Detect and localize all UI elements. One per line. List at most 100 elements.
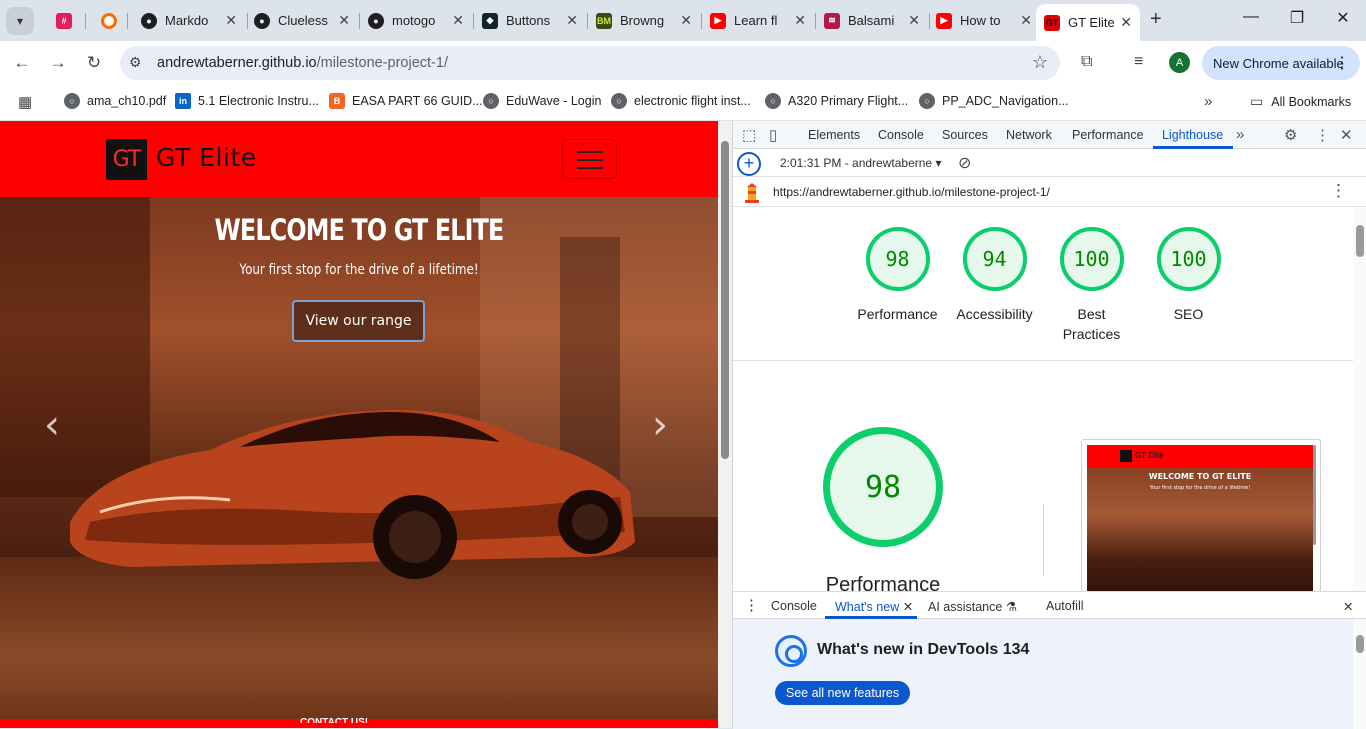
tab-motogo[interactable]: ● motogo ✕ — [360, 6, 472, 35]
close-window-button[interactable]: ✕ — [1333, 8, 1353, 28]
device-toolbar-icon[interactable]: ▯ — [769, 126, 777, 144]
all-bookmarks-button[interactable]: ▭ All Bookmarks — [1250, 93, 1351, 110]
close-icon[interactable]: ✕ — [225, 12, 237, 29]
drawer-tab-label: AI assistance — [928, 600, 1003, 614]
lighthouse-url-bar: https://andrewtaberner.github.io/milesto… — [733, 177, 1366, 207]
clear-icon[interactable]: ⊘ — [958, 153, 971, 173]
site-logo-text[interactable]: GT Elite — [156, 143, 257, 172]
tab-performance[interactable]: Performance — [1072, 128, 1144, 142]
plus-icon: + — [1150, 8, 1162, 30]
close-icon[interactable]: ✕ — [1120, 14, 1132, 31]
reload-button[interactable]: ↻ — [83, 53, 105, 73]
score-gauge-performance[interactable]: 98 Performance — [849, 227, 946, 324]
lighthouse-icon — [745, 183, 759, 203]
avatar[interactable]: A — [1169, 52, 1190, 73]
restore-button[interactable]: ❐ — [1287, 8, 1307, 28]
bookmark-label: EASA PART 66 GUID... — [352, 94, 483, 108]
forward-button[interactable]: → — [47, 53, 69, 73]
report-scrollbar[interactable] — [1353, 207, 1366, 591]
close-icon[interactable]: ✕ — [903, 600, 913, 614]
bookmark-item[interactable]: ○ PP_ADC_Navigation... — [919, 93, 1068, 109]
media-controls-icon[interactable]: ≡ — [1134, 53, 1143, 71]
tab-sources[interactable]: Sources — [942, 128, 988, 142]
close-icon[interactable]: ✕ — [908, 12, 920, 29]
close-icon[interactable]: ✕ — [338, 12, 350, 29]
report-selector[interactable]: 2:01:31 PM - andrewtaberne ▾ — [780, 156, 941, 170]
tab-network[interactable]: Network — [1006, 128, 1052, 142]
new-report-button[interactable]: + — [737, 152, 761, 176]
apps-button[interactable]: ▦ — [18, 93, 32, 111]
tab-howto[interactable]: ▶ How to ✕ — [928, 6, 1040, 35]
page-screenshot-thumbnail[interactable]: GT Elite WELCOME TO GT ELITE Your first … — [1081, 439, 1321, 591]
tab-lighthouse[interactable]: Lighthouse — [1162, 128, 1223, 142]
site-logo-mark[interactable]: GT — [106, 139, 147, 180]
drawer-tab-ai-assistance[interactable]: AI assistance ⚗ — [928, 599, 1017, 614]
bookmark-star-icon[interactable]: ☆ — [1032, 52, 1048, 73]
bookmark-item[interactable]: in 5.1 Electronic Instru... — [175, 93, 319, 109]
site-scrollbar[interactable] — [718, 121, 732, 728]
bm-icon: BM — [596, 12, 612, 29]
close-icon[interactable]: ✕ — [794, 12, 806, 29]
scrollbar-thumb[interactable] — [721, 141, 729, 459]
extensions-icon[interactable]: ⧉ — [1081, 53, 1092, 71]
score-gauge-best-practices[interactable]: 100 Best Practices — [1043, 227, 1140, 344]
inspect-element-icon[interactable]: ⬚ — [742, 126, 756, 144]
more-bookmarks-button[interactable]: » — [1204, 93, 1212, 110]
close-icon[interactable]: ✕ — [680, 12, 692, 29]
address-bar[interactable]: ⚙ andrewtaberner.github.io/milestone-pro… — [120, 46, 1060, 80]
hamburger-menu-button[interactable] — [562, 139, 617, 179]
carousel-prev-icon[interactable]: ‹ — [44, 402, 60, 448]
tab-clueless[interactable]: ● Clueless ✕ — [246, 6, 358, 35]
scrollbar-thumb[interactable] — [1356, 225, 1364, 257]
drawer-menu-icon[interactable]: ⋮ — [744, 596, 759, 614]
see-all-features-button[interactable]: See all new features — [775, 681, 910, 705]
report-url[interactable]: https://andrewtaberner.github.io/milesto… — [773, 185, 1050, 199]
gear-icon[interactable]: ⚙ — [1284, 126, 1297, 144]
scrollbar-thumb[interactable] — [1356, 635, 1364, 653]
bookmark-item[interactable]: ○ A320 Primary Flight... — [765, 93, 908, 109]
score-label: SEO — [1173, 306, 1204, 322]
tab-buttons[interactable]: ◆ Buttons ✕ — [474, 6, 586, 35]
tab-balsamiq[interactable]: ≋ Balsami ✕ — [816, 6, 928, 35]
close-icon[interactable]: ✕ — [566, 12, 578, 29]
site-info-icon[interactable]: ⚙ — [129, 54, 142, 71]
close-icon[interactable]: ✕ — [452, 12, 464, 29]
more-vert-icon[interactable]: ⋮ — [1315, 126, 1330, 144]
bookmark-item[interactable]: ○ ama_ch10.pdf — [64, 93, 166, 109]
new-tab-button[interactable]: + — [1150, 8, 1162, 31]
tab-circle[interactable] — [93, 6, 127, 35]
site-navbar: GT GT Elite — [0, 121, 718, 197]
tab-elements[interactable]: Elements — [808, 128, 860, 142]
more-tabs-icon[interactable]: » — [1236, 126, 1244, 143]
tab-title: Clueless — [278, 13, 328, 28]
drawer-tab-autofill[interactable]: Autofill — [1046, 599, 1084, 613]
close-icon[interactable]: ✕ — [1020, 12, 1032, 29]
score-gauge-accessibility[interactable]: 94 Accessibility — [946, 227, 1043, 324]
tab-search-button[interactable]: ▾ — [6, 7, 34, 35]
tab-slack[interactable]: # — [48, 6, 82, 35]
view-range-button[interactable]: View our range — [292, 300, 425, 342]
tab-strip: ▾ # ● Markdo ✕ ● Clueless ✕ ● motogo ✕ ◆… — [0, 0, 1366, 41]
tab-gt-elite[interactable]: GT GT Elite ✕ — [1036, 4, 1140, 41]
back-button[interactable]: ← — [11, 53, 33, 73]
tab-console[interactable]: Console — [878, 128, 924, 142]
bookmark-item[interactable]: ○ EduWave - Login — [483, 93, 601, 109]
tab-markdown[interactable]: ● Markdo ✕ — [133, 6, 245, 35]
minimize-button[interactable]: — — [1241, 8, 1261, 26]
score-gauge-seo[interactable]: 100 SEO — [1140, 227, 1237, 324]
url-path: /milestone-project-1/ — [316, 55, 448, 71]
caret-down-icon: ▾ — [935, 156, 942, 170]
drawer-tab-console[interactable]: Console — [771, 599, 817, 613]
tab-browng[interactable]: BM Browng ✕ — [588, 6, 700, 35]
close-drawer-icon[interactable]: ✕ — [1343, 599, 1353, 614]
more-vert-icon[interactable]: ⋮ — [1330, 181, 1347, 201]
drawer-scrollbar[interactable] — [1353, 619, 1366, 729]
tab-learn[interactable]: ▶ Learn fl ✕ — [702, 6, 814, 35]
carousel-next-icon[interactable]: › — [652, 402, 668, 448]
close-icon[interactable]: ✕ — [1340, 126, 1353, 144]
drawer-tab-whats-new[interactable]: What's new ✕ — [835, 599, 913, 614]
url-text[interactable]: andrewtaberner.github.io/milestone-proje… — [157, 55, 448, 71]
new-chrome-available-button[interactable]: New Chrome available ⋮ — [1202, 46, 1360, 80]
bookmark-item[interactable]: ○ electronic flight inst... — [611, 93, 751, 109]
bookmark-item[interactable]: B EASA PART 66 GUID... — [329, 93, 483, 109]
